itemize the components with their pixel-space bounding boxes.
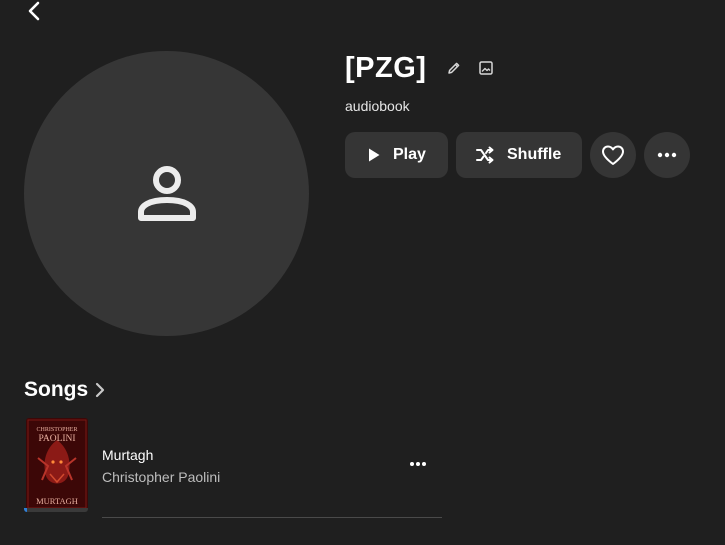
more-horizontal-icon <box>410 462 426 466</box>
pencil-icon <box>448 62 460 74</box>
favorite-button[interactable] <box>590 132 636 178</box>
play-icon <box>369 148 380 162</box>
artist-subtitle: audiobook <box>345 98 410 114</box>
artist-title: [PZG] <box>345 51 427 84</box>
song-cover-art: CHRISTOPHER PAOLINI MURTAGH <box>26 418 88 510</box>
edit-name-button[interactable] <box>444 58 464 78</box>
shuffle-icon <box>476 146 494 164</box>
song-progress-bar <box>24 508 88 512</box>
action-row: Play Shuffle <box>345 132 690 178</box>
song-more-button[interactable] <box>406 454 430 474</box>
chevron-left-icon <box>28 1 40 21</box>
title-row: [PZG] <box>345 50 496 86</box>
cover-line-2: PAOLINI <box>38 434 75 444</box>
songs-section-title: Songs <box>24 378 89 401</box>
shuffle-button[interactable]: Shuffle <box>456 132 582 178</box>
song-title: Murtagh <box>102 447 154 463</box>
play-button[interactable]: Play <box>345 132 448 178</box>
more-horizontal-icon <box>657 152 677 158</box>
artist-page: [PZG] audiobook Play Shuffle Songs CHRIS… <box>0 0 725 545</box>
heart-icon <box>602 145 624 165</box>
song-progress-fill <box>24 508 28 512</box>
person-icon <box>137 165 196 221</box>
chevron-right-icon <box>96 382 105 398</box>
more-options-button[interactable] <box>644 132 690 178</box>
book-cover-image: CHRISTOPHER PAOLINI MURTAGH <box>26 418 88 510</box>
artist-avatar <box>24 51 309 336</box>
image-icon <box>479 61 494 75</box>
song-divider <box>102 517 442 518</box>
cover-line-3: MURTAGH <box>36 496 78 506</box>
cover-line-1: CHRISTOPHER <box>37 427 78 433</box>
songs-section-header[interactable]: Songs <box>24 378 108 402</box>
song-row[interactable]: CHRISTOPHER PAOLINI MURTAGH Murtagh Chri… <box>24 416 442 518</box>
change-image-button[interactable] <box>476 58 496 78</box>
play-label: Play <box>393 146 426 163</box>
song-artist[interactable]: Christopher Paolini <box>102 469 220 485</box>
shuffle-label: Shuffle <box>507 146 562 163</box>
back-button[interactable] <box>22 0 46 24</box>
